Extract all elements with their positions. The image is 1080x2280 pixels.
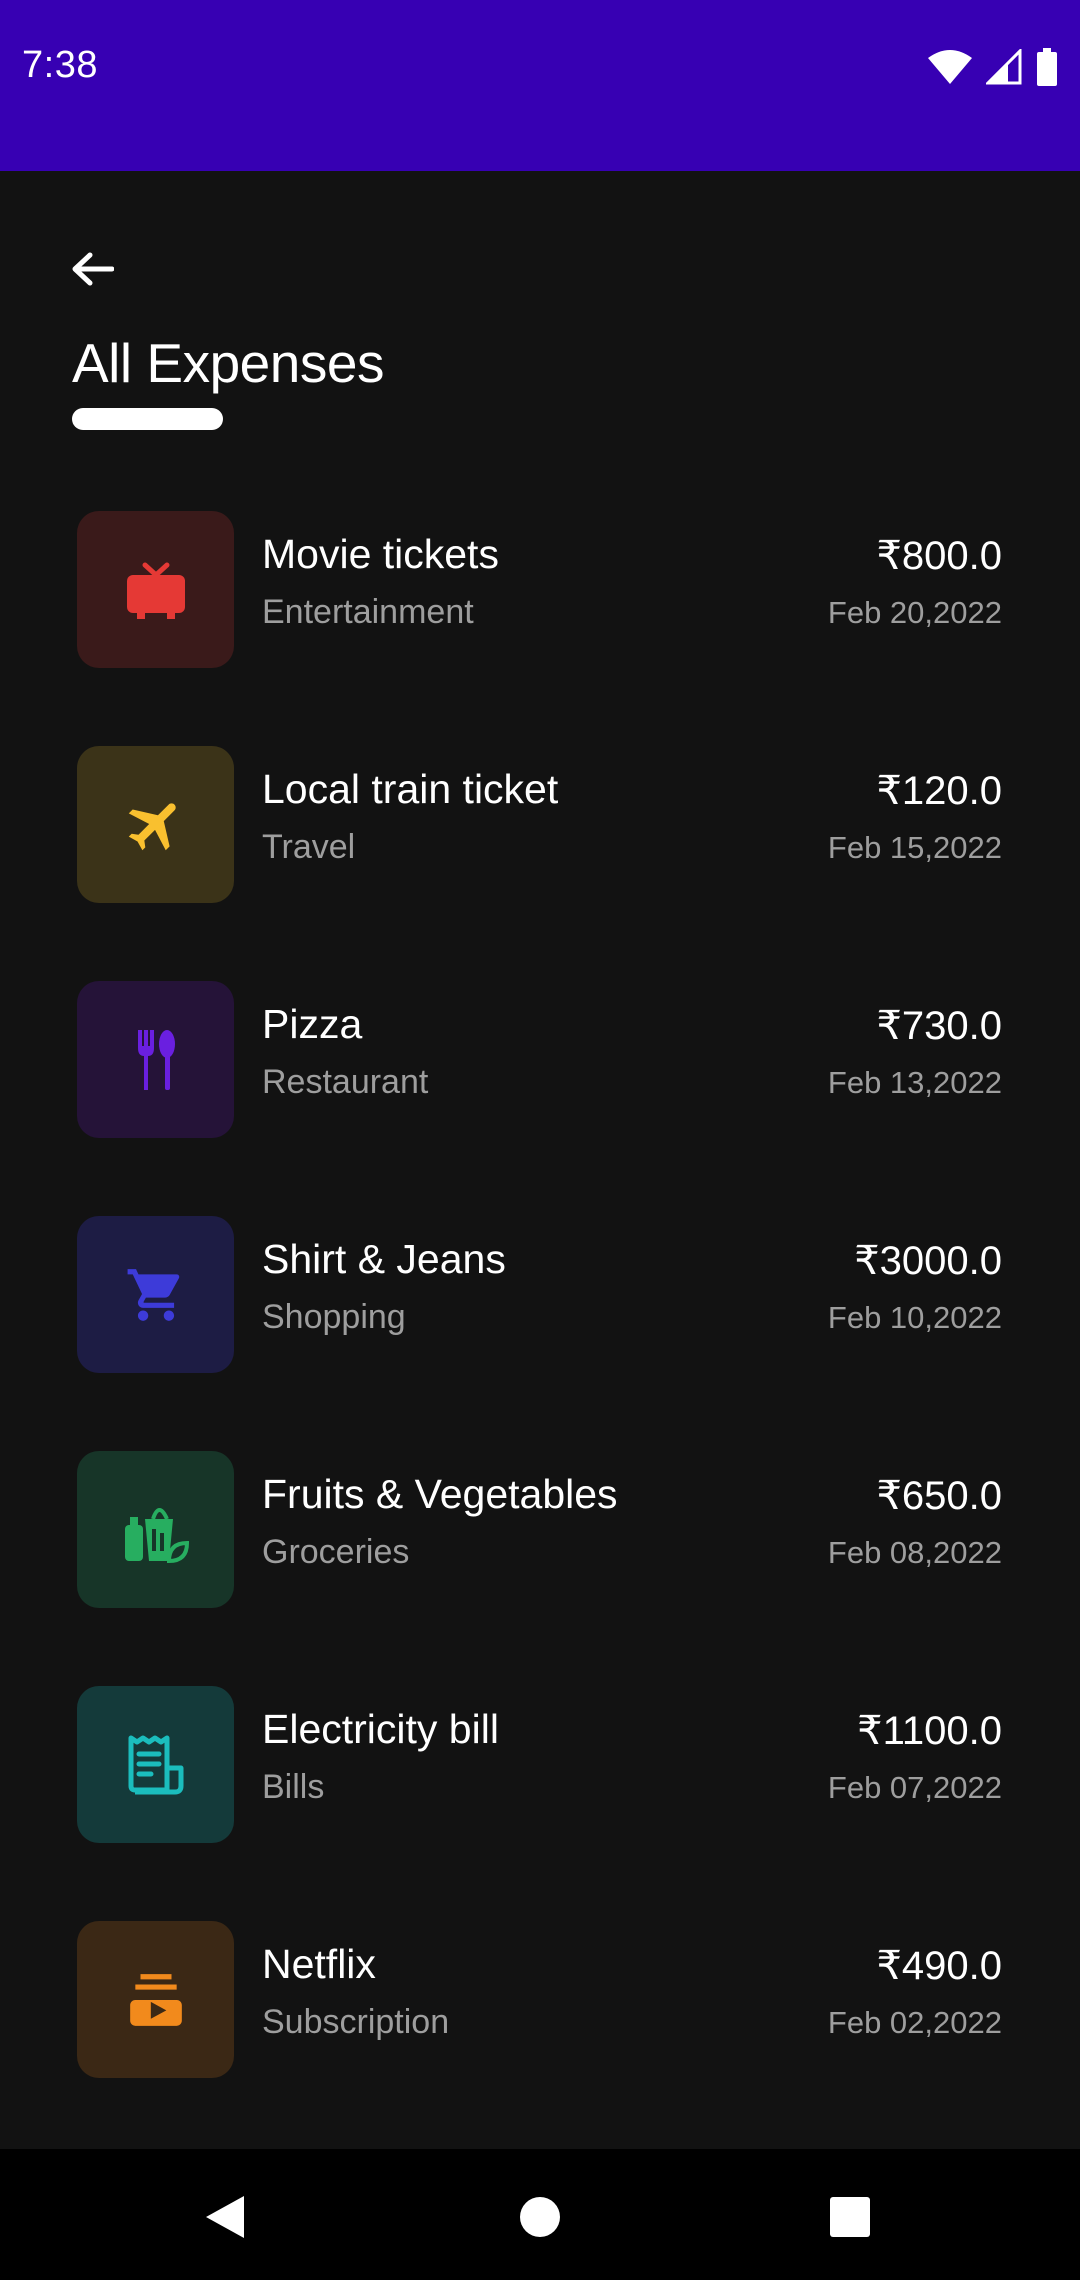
nav-back-button[interactable] bbox=[195, 2187, 255, 2247]
expense-name: Movie tickets bbox=[262, 531, 499, 577]
page-title: All Expenses bbox=[72, 332, 384, 394]
cart-icon bbox=[127, 1268, 179, 1321]
expense-date: Feb 20,2022 bbox=[827, 595, 1002, 630]
list-item[interactable]: Fruits & Vegetables Groceries ₹650.0 Feb… bbox=[0, 1451, 1080, 1611]
list-item[interactable]: Pizza Restaurant ₹730.0 Feb 13,2022 bbox=[0, 981, 1080, 1141]
icon-tile bbox=[77, 1216, 234, 1373]
expense-category: Groceries bbox=[262, 1533, 410, 1571]
tv-icon bbox=[126, 562, 185, 619]
fork-spoon-icon bbox=[137, 1029, 175, 1090]
circle-home-icon bbox=[520, 2197, 560, 2237]
expense-name: Shirt & Jeans bbox=[262, 1236, 506, 1282]
expense-name: Electricity bill bbox=[262, 1706, 499, 1752]
icon-tile bbox=[77, 511, 234, 668]
subscriptions-icon bbox=[129, 1973, 182, 2026]
expense-date: Feb 07,2022 bbox=[827, 1770, 1002, 1805]
list-item[interactable]: Local train ticket Travel ₹120.0 Feb 15,… bbox=[0, 746, 1080, 906]
nav-home-button[interactable] bbox=[510, 2187, 570, 2247]
nav-recents-button[interactable] bbox=[820, 2187, 880, 2247]
expense-date: Feb 15,2022 bbox=[827, 830, 1002, 865]
expense-category: Travel bbox=[262, 828, 356, 866]
list-item[interactable]: Netflix Subscription ₹490.0 Feb 02,2022 bbox=[0, 1921, 1080, 2081]
icon-tile bbox=[77, 1451, 234, 1608]
icon-tile bbox=[77, 1921, 234, 2078]
expense-amount: ₹1100.0 bbox=[857, 1709, 1002, 1753]
status-bar: 7:38 bbox=[0, 0, 1080, 171]
expense-date: Feb 10,2022 bbox=[827, 1300, 1002, 1335]
expense-name: Netflix bbox=[262, 1941, 376, 1987]
expense-amount: ₹650.0 bbox=[876, 1474, 1002, 1518]
status-time: 7:38 bbox=[22, 44, 98, 86]
wifi-icon bbox=[928, 50, 972, 84]
title-underline bbox=[72, 408, 223, 430]
expense-date: Feb 13,2022 bbox=[827, 1065, 1002, 1100]
list-item[interactable]: Shirt & Jeans Shopping ₹3000.0 Feb 10,20… bbox=[0, 1216, 1080, 1376]
expense-category: Subscription bbox=[262, 2003, 450, 2041]
signal-icon bbox=[986, 49, 1022, 85]
status-icons bbox=[928, 48, 1058, 86]
square-recents-icon bbox=[830, 2197, 870, 2237]
icon-tile bbox=[77, 1686, 234, 1843]
airplane-icon bbox=[128, 802, 176, 850]
expense-category: Restaurant bbox=[262, 1063, 429, 1101]
expense-category: Entertainment bbox=[262, 593, 474, 631]
system-nav-bar bbox=[0, 2149, 1080, 2280]
icon-tile bbox=[77, 746, 234, 903]
expense-amount: ₹490.0 bbox=[876, 1944, 1002, 1988]
expense-category: Shopping bbox=[262, 1298, 406, 1336]
back-button[interactable] bbox=[62, 241, 122, 297]
arrow-back-icon bbox=[72, 252, 114, 286]
expense-category: Bills bbox=[262, 1768, 325, 1806]
groceries-icon bbox=[124, 1507, 189, 1563]
triangle-back-icon bbox=[206, 2196, 244, 2238]
expense-date: Feb 02,2022 bbox=[827, 2005, 1002, 2040]
expense-name: Pizza bbox=[262, 1001, 363, 1047]
list-item[interactable]: Movie tickets Entertainment ₹800.0 Feb 2… bbox=[0, 511, 1080, 671]
app-body: All Expenses Movie tickets Entertainment… bbox=[0, 171, 1080, 2149]
expense-amount: ₹730.0 bbox=[876, 1004, 1002, 1048]
expense-date: Feb 08,2022 bbox=[827, 1535, 1002, 1570]
expense-name: Fruits & Vegetables bbox=[262, 1471, 618, 1517]
battery-icon bbox=[1037, 48, 1057, 86]
expense-name: Local train ticket bbox=[262, 766, 559, 812]
icon-tile bbox=[77, 981, 234, 1138]
expense-amount: ₹800.0 bbox=[876, 534, 1002, 578]
list-item[interactable]: Electricity bill Bills ₹1100.0 Feb 07,20… bbox=[0, 1686, 1080, 1846]
receipt-icon bbox=[128, 1735, 183, 1794]
expense-amount: ₹3000.0 bbox=[854, 1239, 1002, 1283]
expense-amount: ₹120.0 bbox=[876, 769, 1002, 813]
